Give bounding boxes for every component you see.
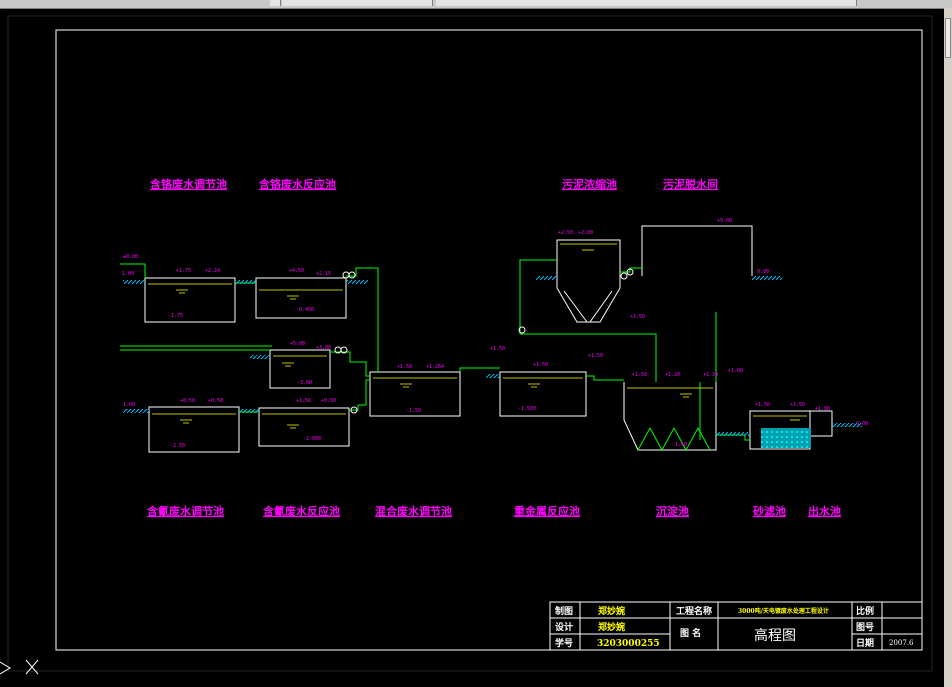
svg-text:+5.00: +5.00 [290,341,305,347]
tank-chrome-equalization [144,277,236,323]
svg-text:+1.50: +1.50 [533,362,548,368]
figure-name: 高程图 [754,627,796,644]
sheet-label: 图号 [856,622,874,633]
svg-text:-3.00: -3.00 [297,380,312,386]
scale-label: 比例 [856,605,874,617]
toolbar-combo[interactable] [436,0,857,6]
tank-label: 含铬废水反应池 [258,177,336,191]
tank-label: 重金属反应池 [514,504,580,518]
svg-text:+0.50: +0.50 [321,398,336,404]
water-levels [148,243,807,429]
draw-name: 郑妙婉 [598,605,625,617]
tank-label: 含氰废水调节池 [146,504,224,518]
svg-text:-2.000: -2.000 [303,436,321,442]
cad-drawing: 含铬废水调节池 含铬废水反应池 污泥浓缩池 污泥脱水间 含氰废水调节池 含氰废水… [0,15,933,675]
tank-outlet [809,410,833,437]
draw-label: 制图 [555,605,573,617]
svg-text:+1.50: +1.50 [790,402,805,408]
svg-text:+3.00: +3.00 [316,345,331,351]
tank-label: 沉淀池 [656,504,689,518]
design-name: 郑妙婉 [598,621,625,633]
svg-text:+1.75: +1.75 [176,268,191,274]
student-id: 3203000255 [597,639,660,649]
svg-text:+1.50: +1.50 [755,402,770,408]
toolbar-combo[interactable] [282,0,433,6]
svg-text:-1.50: -1.50 [672,442,687,448]
tank-label: 出水池 [808,504,841,518]
svg-text:1.00: 1.00 [122,271,134,277]
svg-text:-1.500: -1.500 [518,406,536,412]
tank-sedimentation [623,382,717,451]
svg-text:+2.50: +2.50 [558,230,573,236]
svg-text:+0.50: +0.50 [208,398,223,404]
project-label: 工程名称 [676,605,712,617]
svg-text:+1.00: +1.00 [728,368,743,374]
pipes [120,259,750,441]
svg-text:+1.30: +1.30 [703,372,718,378]
ground-hatch [123,276,862,436]
svg-text:+2.15: +2.15 [316,271,331,277]
tank-sludge-thickener [556,239,621,323]
svg-text:+1.50: +1.50 [588,353,603,359]
tank-heavy-metal-reaction [499,371,587,417]
svg-text:+0.50: +0.50 [180,398,195,404]
date-value: 2007.6 [889,639,914,647]
tank-label: 含氰废水反应池 [262,504,340,518]
svg-text:+1.50: +1.50 [632,372,647,378]
svg-text:-1.50: -1.50 [406,408,421,414]
svg-text:-0.450: -0.450 [296,307,314,313]
cad-window: 含铬废水调节池 含铬废水反应池 污泥浓缩池 污泥脱水间 含氰废水调节池 含氰废水… [0,0,952,687]
date-label: 日期 [856,637,874,649]
tank-label: 含铬废水调节池 [149,177,227,191]
svg-text:+1.264: +1.264 [426,364,444,370]
tank-label: 污泥浓缩池 [562,177,617,191]
svg-text:+1.56: +1.56 [296,398,311,404]
tank-label: 污泥脱水间 [663,177,718,191]
toolbar-button[interactable] [270,0,281,6]
svg-text:0.00: 0.00 [856,421,868,427]
outer-frame [55,29,923,651]
svg-text:±0.00: ±0.00 [123,254,138,260]
svg-text:+1.50: +1.50 [397,364,412,370]
tanks [144,225,833,453]
svg-text:+5.00: +5.00 [717,218,732,224]
svg-text:+1.50: +1.50 [490,346,505,352]
svg-text:-2.50: -2.50 [170,443,185,449]
vertical-scrollbar[interactable] [944,8,952,687]
filter-media [761,428,811,448]
svg-text:+1.20: +1.20 [665,372,680,378]
project-name: 3000吨/天电镀废水处理工程设计 [738,607,829,615]
tank-label: 混合废水调节池 [375,504,452,518]
svg-text:+2.00: +2.00 [578,230,593,236]
svg-text:+1.50: +1.50 [630,314,645,320]
sludge-dewatering-house [641,225,753,276]
svg-text:+1.00: +1.00 [815,406,830,412]
svg-text:+2.24: +2.24 [205,268,220,274]
design-label: 设计 [555,621,573,633]
student-label: 学号 [555,637,573,649]
svg-text:0.00: 0.00 [757,269,769,275]
svg-text:1.00: 1.00 [123,402,135,408]
ucs-icon [0,659,39,675]
svg-text:+4.50: +4.50 [289,268,304,274]
figure-label: 图 名 [680,627,701,639]
tank-label: 砂滤池 [753,504,786,518]
svg-text:-1.75: -1.75 [168,313,183,319]
